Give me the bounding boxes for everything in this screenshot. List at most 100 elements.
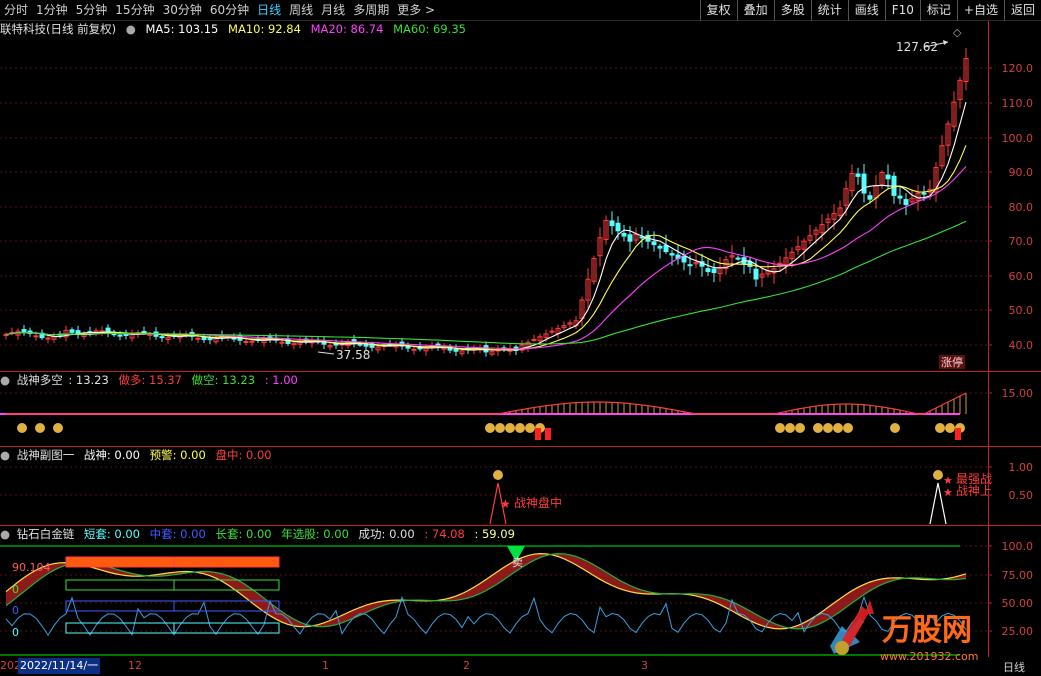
date-tick-1: 1	[322, 659, 329, 672]
candle-body	[411, 348, 417, 351]
arrows-logo-icon	[830, 600, 874, 655]
low-price-label: 37.58	[336, 348, 370, 362]
candle-body	[531, 338, 537, 341]
kline-chart-area[interactable]: 127.62 ◇ 37.58 涨停 120.0 110.0 100.0 90.0 80.…	[0, 0, 1041, 657]
candle-body	[117, 334, 123, 337]
candle-body	[651, 241, 657, 246]
candle-body	[21, 329, 27, 333]
money-bag-icon	[53, 423, 63, 433]
candle-body	[69, 329, 75, 333]
money-bag-icon	[795, 423, 805, 433]
money-bag-icon	[813, 423, 823, 433]
pane4-y-label: 100.0	[1002, 540, 1034, 553]
candle-body	[735, 257, 741, 260]
money-bag-icon	[933, 470, 943, 480]
candle-body	[921, 192, 927, 195]
candle-body	[687, 264, 693, 267]
main-y-label: 120.0	[1002, 62, 1034, 75]
main-y-label: 60.0	[1009, 270, 1034, 283]
candle-body	[207, 338, 213, 341]
star-icon: ★	[943, 486, 953, 499]
candle-body	[159, 336, 165, 339]
money-bag-icon	[17, 423, 27, 433]
money-bag-icon	[495, 423, 505, 433]
pane4-left-zero-2: 0	[12, 604, 19, 617]
candle-body	[627, 234, 633, 242]
main-y-label: 40.0	[1009, 339, 1034, 352]
candle-body	[657, 245, 663, 249]
main-y-label: 90.0	[1009, 166, 1034, 179]
pane3-y-label: 0.50	[1009, 489, 1034, 502]
pane4-left-zero-1: 0	[12, 583, 19, 596]
candle-body	[243, 341, 249, 344]
ma10-line	[5, 145, 967, 351]
high-price-label: 127.62	[896, 40, 938, 54]
money-bag-icon	[485, 423, 495, 433]
watermark-url: www.201932.com	[880, 650, 978, 663]
main-y-label: 100.0	[1002, 132, 1034, 145]
pane4-y-label: 75.00	[1002, 569, 1034, 582]
money-bag-icon	[775, 423, 785, 433]
pane2-signal-bar	[955, 428, 961, 440]
money-bag-icon	[505, 423, 515, 433]
candle-body	[885, 174, 891, 180]
candle-body	[363, 344, 369, 347]
money-bag-icon	[785, 423, 795, 433]
cursor-date-label: 2022/11/14/一	[18, 658, 101, 674]
candle-body	[705, 268, 711, 273]
brand-watermark: 万股网 www.201932.com	[830, 600, 978, 663]
pane4-legend-boxes: 90.104 0 0 0 卖	[12, 546, 525, 639]
candle-body	[45, 337, 51, 340]
candle-body	[861, 173, 867, 194]
pane4-left-zero-3: 0	[12, 626, 19, 639]
money-bag-icon	[945, 423, 955, 433]
ma20-line	[5, 166, 967, 350]
diamond-icon: ◇	[953, 26, 962, 39]
candle-body	[249, 340, 255, 343]
candle-body	[549, 330, 555, 333]
zhanshen-sub-pane: 战神盘中 ★ 最强战 战神上 ★ ★	[489, 470, 992, 525]
candle-body	[753, 268, 759, 280]
pane2-signal-bar	[545, 428, 551, 440]
candle-body	[405, 346, 411, 349]
zhanshen-duokong-pane	[0, 392, 967, 440]
money-bag-icon	[525, 423, 535, 433]
money-bag-icon	[935, 423, 945, 433]
main-y-label: 110.0	[1002, 97, 1034, 110]
main-y-label: 80.0	[1009, 201, 1034, 214]
pane3-y-axis: 1.00 0.50	[988, 461, 1033, 502]
date-tick-12: 12	[128, 659, 142, 672]
pane3-annot-left: 战神盘中	[514, 495, 562, 510]
candle-body	[357, 343, 363, 346]
candle-body	[279, 341, 285, 344]
main-y-axis: 120.0 110.0 100.0 90.0 80.0 70.0 60.0 50.0 40.0	[988, 62, 1033, 352]
money-bag-icon	[493, 470, 503, 480]
candle-body	[33, 335, 39, 338]
limit-up-badge: 涨停	[941, 355, 963, 369]
candle-body	[681, 255, 687, 263]
candle-body	[615, 222, 621, 232]
pane2-signal-bar	[535, 428, 541, 440]
sell-label: 卖	[512, 556, 523, 569]
money-bag-icon	[833, 423, 843, 433]
candle-body	[855, 173, 861, 177]
candle-body	[453, 348, 459, 352]
main-y-label: 50.0	[1009, 304, 1034, 317]
money-bag-icon	[823, 423, 833, 433]
pane2-y-axis: 15.00	[988, 387, 1033, 400]
candle-body	[621, 232, 627, 237]
money-bag-icon	[843, 423, 853, 433]
pane3-annot-right-2: 战神上	[956, 484, 992, 498]
date-tick-2: 2	[463, 659, 470, 672]
money-bag-icon	[890, 423, 900, 433]
pane4-left-value: 90.104	[12, 561, 51, 574]
money-bag-icon	[35, 423, 45, 433]
main-y-label: 70.0	[1009, 235, 1034, 248]
date-tick-3: 3	[641, 659, 648, 672]
money-bag-icon	[515, 423, 525, 433]
candle-body	[669, 253, 675, 256]
candle-body	[897, 195, 903, 199]
candle-body	[663, 244, 669, 253]
candle-body	[195, 337, 201, 340]
pane3-y-label: 1.00	[1009, 461, 1034, 474]
